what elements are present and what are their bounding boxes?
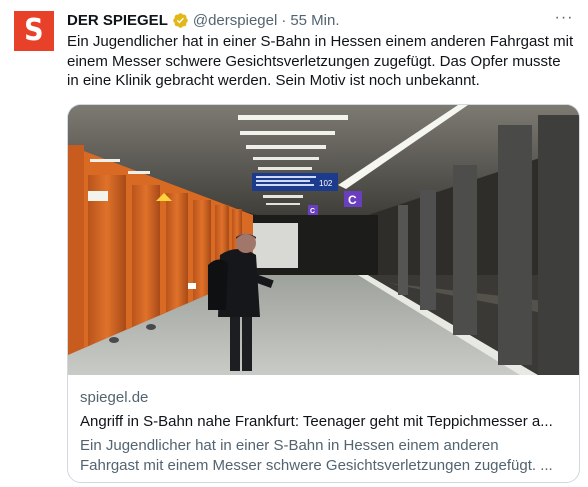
author-name[interactable]: DER SPIEGEL bbox=[67, 12, 168, 29]
article-photo[interactable]: 102 C C bbox=[68, 105, 579, 375]
separator-dot: · bbox=[281, 11, 287, 29]
spiegel-logo-icon: S bbox=[24, 13, 44, 48]
card-info[interactable]: spiegel.de Angriff in S-Bahn nahe Frankf… bbox=[80, 388, 570, 476]
timestamp[interactable]: 55 Min. bbox=[290, 12, 339, 29]
verified-badge-icon bbox=[173, 12, 188, 28]
card-description: Ein Jugendlicher hat in einer S-Bahn in … bbox=[80, 436, 570, 476]
platform-sign-c: C bbox=[348, 193, 357, 207]
link-card[interactable]: 102 C C spiegel.de Angriff in S-Bahn nah… bbox=[67, 104, 580, 483]
more-options-icon[interactable]: ··· bbox=[552, 8, 576, 28]
tweet-text: Ein Jugendlicher hat in einer S-Bahn in … bbox=[67, 32, 579, 91]
tweet-header: DER SPIEGEL @derspiegel · 55 Min. bbox=[67, 10, 340, 30]
tweet-text-line: in eine Klinik gebracht werden. Sein Mot… bbox=[67, 72, 480, 89]
card-description-line: Fahrgast mit einem Messer schwere Gesich… bbox=[80, 457, 553, 474]
avatar[interactable]: S bbox=[14, 11, 54, 51]
sign-number: 102 bbox=[319, 179, 333, 188]
platform-sign-c-small: C bbox=[310, 208, 315, 215]
card-domain: spiegel.de bbox=[80, 389, 149, 406]
card-description-line: Ein Jugendlicher hat in einer S-Bahn in … bbox=[80, 437, 499, 454]
tweet-text-line: Ein Jugendlicher hat in einer S-Bahn in … bbox=[67, 33, 574, 50]
author-handle[interactable]: @derspiegel bbox=[193, 12, 277, 29]
tweet-text-line: einem Messer schwere Gesichtsverletzunge… bbox=[67, 52, 561, 70]
card-title: Angriff in S-Bahn nahe Frankfurt: Teenag… bbox=[80, 413, 553, 430]
